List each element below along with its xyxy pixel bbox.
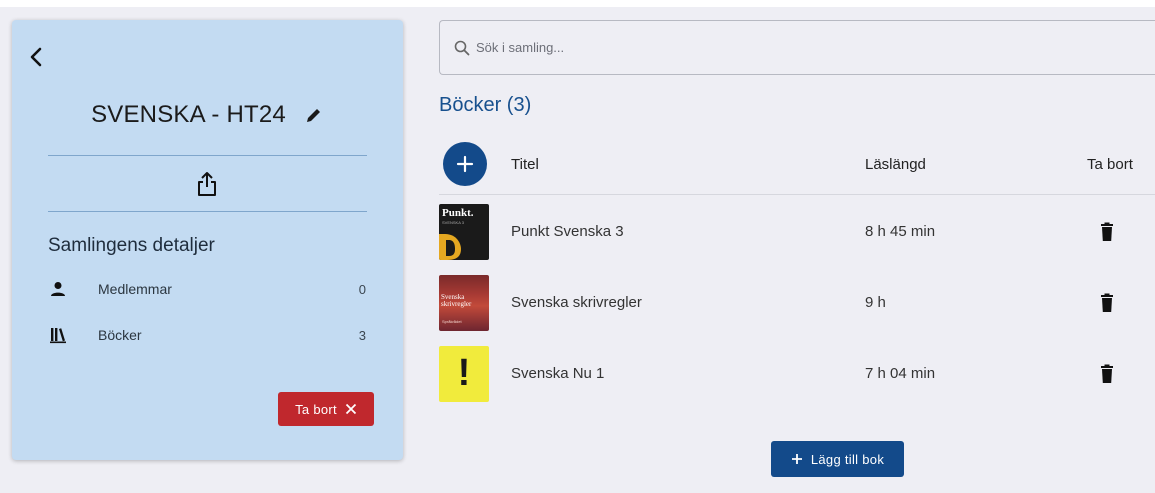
close-icon [345, 403, 357, 415]
search-box[interactable] [439, 20, 1155, 75]
search-input[interactable] [476, 40, 1076, 55]
add-book-label: Lägg till bok [810, 451, 885, 467]
delete-collection-button[interactable]: Ta bort [278, 392, 374, 426]
book-title: Svenska skrivregler [511, 294, 642, 311]
trash-icon[interactable] [1098, 364, 1116, 384]
plus-icon [456, 155, 474, 173]
detail-count: 0 [358, 281, 366, 297]
column-header-length[interactable]: Läslängd [865, 156, 926, 173]
book-length: 8 h 45 min [865, 223, 936, 240]
library-books-icon [48, 325, 68, 345]
detail-label: Böcker [98, 327, 142, 343]
book-cover: ! [439, 346, 489, 402]
add-book-circle-button[interactable] [443, 142, 487, 186]
trash-icon[interactable] [1098, 222, 1116, 242]
back-icon[interactable] [26, 44, 46, 70]
cover-text: Svenska skrivregler [441, 293, 472, 308]
cover-text: ! [457, 352, 471, 394]
divider [48, 211, 367, 212]
delete-collection-label: Ta bort [295, 401, 337, 417]
table-row[interactable]: Svenska skrivregler Språkrådet Svenska s… [439, 275, 1155, 331]
detail-label: Medlemmar [98, 281, 172, 297]
books-heading: Böcker (3) [439, 94, 532, 116]
divider [48, 155, 367, 156]
detail-row-members: Medlemmar 0 [48, 276, 370, 302]
collection-title: SVENSKA - HT24 [91, 101, 286, 128]
book-length: 7 h 04 min [865, 365, 936, 382]
column-header-title[interactable]: Titel [511, 156, 539, 173]
collection-title-row: SVENSKA - HT24 [12, 95, 403, 135]
book-cover: Punkt. SVENSKA 3 [439, 204, 489, 260]
table-row[interactable]: Punkt. SVENSKA 3 Punkt Svenska 3 8 h 45 … [439, 204, 1155, 260]
detail-row-books: Böcker 3 [48, 322, 370, 348]
book-cover: Svenska skrivregler Språkrådet [439, 275, 489, 331]
table-row[interactable]: ! Svenska Nu 1 7 h 04 min [439, 346, 1155, 402]
book-title: Punkt Svenska 3 [511, 223, 624, 240]
person-icon [48, 279, 68, 299]
table-header-divider [439, 194, 1155, 195]
book-length: 9 h [865, 294, 886, 311]
top-strip [0, 0, 1155, 7]
details-heading: Samlingens detaljer [48, 235, 215, 256]
search-icon [454, 40, 470, 55]
column-header-remove: Ta bort [1087, 156, 1133, 173]
add-book-button[interactable]: Lägg till bok [771, 441, 904, 477]
trash-icon[interactable] [1098, 293, 1116, 313]
share-icon[interactable] [196, 170, 218, 198]
cover-subtext: Språkrådet [442, 319, 462, 324]
plus-icon [791, 454, 802, 464]
detail-count: 3 [358, 327, 366, 343]
book-title: Svenska Nu 1 [511, 365, 605, 382]
edit-pencil-icon[interactable] [304, 105, 324, 125]
